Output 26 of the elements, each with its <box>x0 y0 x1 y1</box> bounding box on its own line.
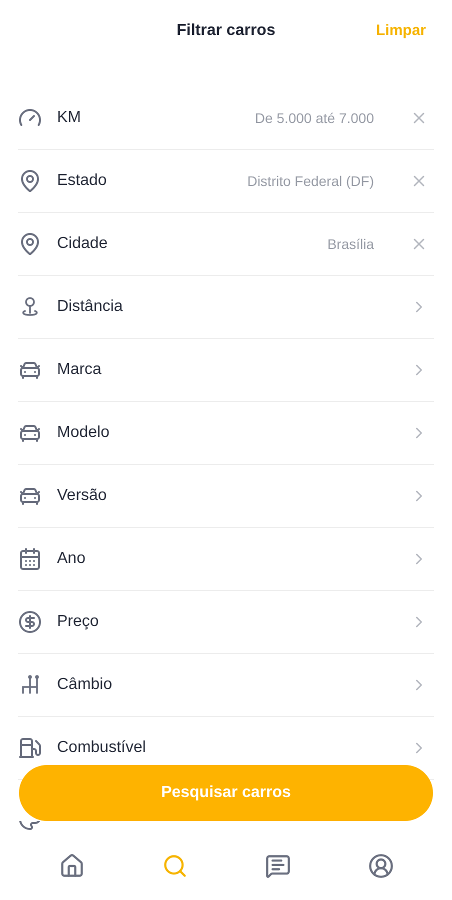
filter-label: Modelo <box>57 423 110 443</box>
location-pin-icon <box>18 232 42 256</box>
search-icon[interactable] <box>162 853 188 879</box>
fuel-pump-icon <box>18 736 42 760</box>
calendar-icon <box>18 547 42 571</box>
filter-label: Distância <box>57 297 123 317</box>
filter-value: Distrito Federal (DF) <box>247 172 374 191</box>
filter-label: Cidade <box>57 234 108 254</box>
chat-icon[interactable] <box>264 853 290 879</box>
search-cars-button[interactable]: Pesquisar carros <box>19 765 433 821</box>
clear-link[interactable]: Limpar <box>376 20 426 42</box>
filter-label: Versão <box>57 486 107 506</box>
filter-label: Combustível <box>57 738 146 758</box>
page-title: Filtrar carros <box>176 21 276 41</box>
dollar-icon <box>18 610 42 634</box>
filter-label: KM <box>57 108 81 128</box>
filter-value: De 5.000 até 7.000 <box>254 108 374 128</box>
profile-icon[interactable] <box>368 853 394 879</box>
filter-label: Ano <box>57 549 86 569</box>
filter-label: Estado <box>57 171 107 191</box>
filter-label: Preço <box>57 612 99 632</box>
home-icon[interactable] <box>58 853 84 879</box>
location-pin-icon <box>18 169 42 193</box>
filter-value: Brasília <box>327 234 374 254</box>
filter-label: Câmbio <box>57 675 112 695</box>
filter-label: Marca <box>57 360 102 380</box>
